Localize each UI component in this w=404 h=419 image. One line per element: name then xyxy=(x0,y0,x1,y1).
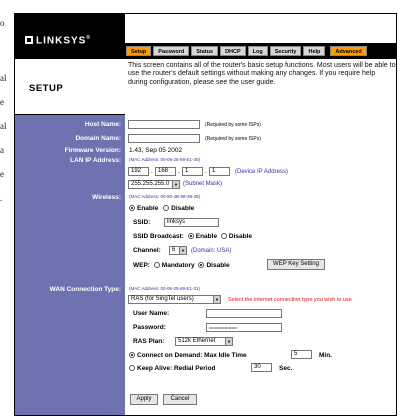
sec-unit: Sec. xyxy=(279,365,293,372)
chevron-down-icon: ▼ xyxy=(213,296,220,303)
wireless-disable-label: Disable xyxy=(171,205,195,212)
wan-type-hint: Select the internet connection type you … xyxy=(228,297,352,303)
tab-dhcp[interactable]: DHCP xyxy=(220,46,246,56)
domain-note: (Domain: USA) xyxy=(191,248,232,254)
page-description: This screen contains all of the router's… xyxy=(128,62,396,86)
logo-icon xyxy=(25,36,33,45)
password-input[interactable]: •••••••••••••••••••• xyxy=(206,323,282,332)
connect-on-demand-label: Connect on Demand: Max Idle Time xyxy=(137,352,247,359)
ras-plan-label: RAS Plan: xyxy=(133,338,165,345)
lan-ip-octet-3[interactable]: 1 xyxy=(182,167,203,176)
connect-on-demand-radio[interactable] xyxy=(129,352,135,359)
domain-name-label: Domain Name: xyxy=(75,135,121,142)
tab-status[interactable]: Status xyxy=(191,46,219,56)
wep-mandatory-label: Mandatory xyxy=(161,262,195,269)
wan-type-value: RAS (for SingTel users) xyxy=(131,296,194,302)
router-setup-page: LINKSYS® Setup Password Status DHCP Log … xyxy=(14,13,397,416)
channel-label: Channel: xyxy=(133,247,161,254)
ssid-label: SSID: xyxy=(133,219,151,226)
user-name-label: User Name: xyxy=(133,310,170,317)
wireless-enable-label: Enable xyxy=(137,205,159,212)
ip-dot: . xyxy=(205,168,207,175)
wep-disable-radio[interactable] xyxy=(198,262,205,269)
ras-plan-value: 512k Ethernet xyxy=(178,338,216,344)
lan-ip-label: LAN IP Address: xyxy=(70,157,121,164)
keep-alive-label: Keep Alive: Redial Period xyxy=(137,365,216,372)
min-unit: Min. xyxy=(319,352,332,359)
brand-name: LINKSYS xyxy=(36,35,87,47)
broadcast-disable-radio[interactable] xyxy=(220,233,227,240)
wireless-label: Wireless: xyxy=(92,194,121,201)
host-name-note: (Required by some ISPs) xyxy=(205,122,261,128)
user-name-input[interactable] xyxy=(206,309,282,318)
chevron-down-icon: ▼ xyxy=(179,247,186,254)
apply-button[interactable]: Apply xyxy=(130,394,158,405)
ssid-broadcast-label: SSID Broadcast: xyxy=(133,233,184,240)
password-label: Password: xyxy=(133,324,166,331)
tab-help[interactable]: Help xyxy=(303,46,326,56)
tab-log[interactable]: Log xyxy=(247,46,268,56)
tab-bar: Setup Password Status DHCP Log Security … xyxy=(125,43,396,59)
broadcast-enable-radio[interactable] xyxy=(187,233,194,240)
wireless-disable-radio[interactable] xyxy=(163,205,170,212)
keep-alive-group: Keep Alive: Redial Period xyxy=(129,365,216,372)
firmware-value: 1.43, Sep 05 2002 xyxy=(129,147,183,154)
ssid-broadcast-group: SSID Broadcast: Enable Disable xyxy=(133,233,252,240)
broadcast-disable-label: Disable xyxy=(228,233,252,240)
max-idle-time-input[interactable]: 5 xyxy=(291,350,312,359)
doc-fragment: al xyxy=(0,73,7,83)
subnet-mask-value: 255.255.255.0 xyxy=(131,181,170,187)
broadcast-enable-label: Enable xyxy=(195,233,218,240)
wep-label: WEP: xyxy=(133,262,150,269)
channel-value: 6 xyxy=(172,247,176,253)
chevron-down-icon: ▼ xyxy=(225,338,232,345)
firmware-label: Firmware Version: xyxy=(64,147,121,154)
doc-fragment: al xyxy=(0,121,7,131)
wan-type-select[interactable]: RAS (for SingTel users) ▼ xyxy=(128,295,221,304)
ip-dot: . xyxy=(178,168,180,175)
lan-ip-octet-2[interactable]: 168 xyxy=(155,167,176,176)
wan-connection-label: WAN Connection Type: xyxy=(49,286,121,293)
keep-alive-radio[interactable] xyxy=(129,365,135,372)
tab-security[interactable]: Security xyxy=(269,46,302,56)
doc-fragment: e xyxy=(0,97,4,107)
doc-fragment: a xyxy=(0,145,4,155)
doc-fragment: o xyxy=(0,18,5,28)
wep-key-setting-button[interactable]: WEP Key Setting xyxy=(267,259,325,270)
tab-setup[interactable]: Setup xyxy=(126,46,152,56)
subnet-mask-select[interactable]: 255.255.255.0 ▼ xyxy=(128,180,180,189)
tab-password[interactable]: Password xyxy=(153,46,190,56)
redial-period-input[interactable]: 30 xyxy=(251,363,272,372)
cancel-button[interactable]: Cancel xyxy=(163,394,197,405)
wan-mac-address: (MAC Address: 00-06-25-69-E1-31) xyxy=(129,286,201,291)
host-name-input[interactable] xyxy=(128,120,200,129)
section-title: SETUP xyxy=(15,59,125,115)
ras-plan-select[interactable]: 512k Ethernet ▼ xyxy=(175,337,233,346)
doc-fragment: e xyxy=(0,169,4,179)
connect-on-demand-group: Connect on Demand: Max Idle Time xyxy=(129,352,247,359)
host-name-label: Host Name: xyxy=(84,121,121,128)
wireless-enable-radio[interactable] xyxy=(129,205,135,212)
doc-fragment: . xyxy=(0,193,3,203)
brand-mark: ® xyxy=(86,35,92,41)
wep-group: WEP: Mandatory Disable xyxy=(133,262,230,269)
wep-mandatory-radio[interactable] xyxy=(153,262,160,269)
lan-ip-octet-4[interactable]: 1 xyxy=(209,167,230,176)
domain-name-input[interactable] xyxy=(128,134,200,143)
ssid-input[interactable]: linksys xyxy=(164,218,219,227)
subnet-mask-note: (Subnet Mask) xyxy=(183,181,223,187)
device-ip-note: (Device IP Address) xyxy=(235,169,288,175)
channel-select[interactable]: 6 ▼ xyxy=(169,246,187,255)
domain-name-note: (Required by some ISPs) xyxy=(205,136,261,142)
wireless-radio-group: Enable Disable xyxy=(129,205,194,212)
chevron-down-icon: ▼ xyxy=(172,181,179,188)
wireless-mac-address: (MAC Address: 00-90-4B-89-39-39) xyxy=(129,194,201,199)
wep-disable-label: Disable xyxy=(206,262,230,269)
lan-mac-address: (MAC Address: 00-06-25-69-E1-30) xyxy=(129,157,201,162)
tab-advanced[interactable]: Advanced xyxy=(330,46,367,56)
lan-ip-octet-1[interactable]: 192 xyxy=(128,167,149,176)
ip-dot: . xyxy=(151,168,153,175)
linksys-logo: LINKSYS® xyxy=(15,14,125,59)
